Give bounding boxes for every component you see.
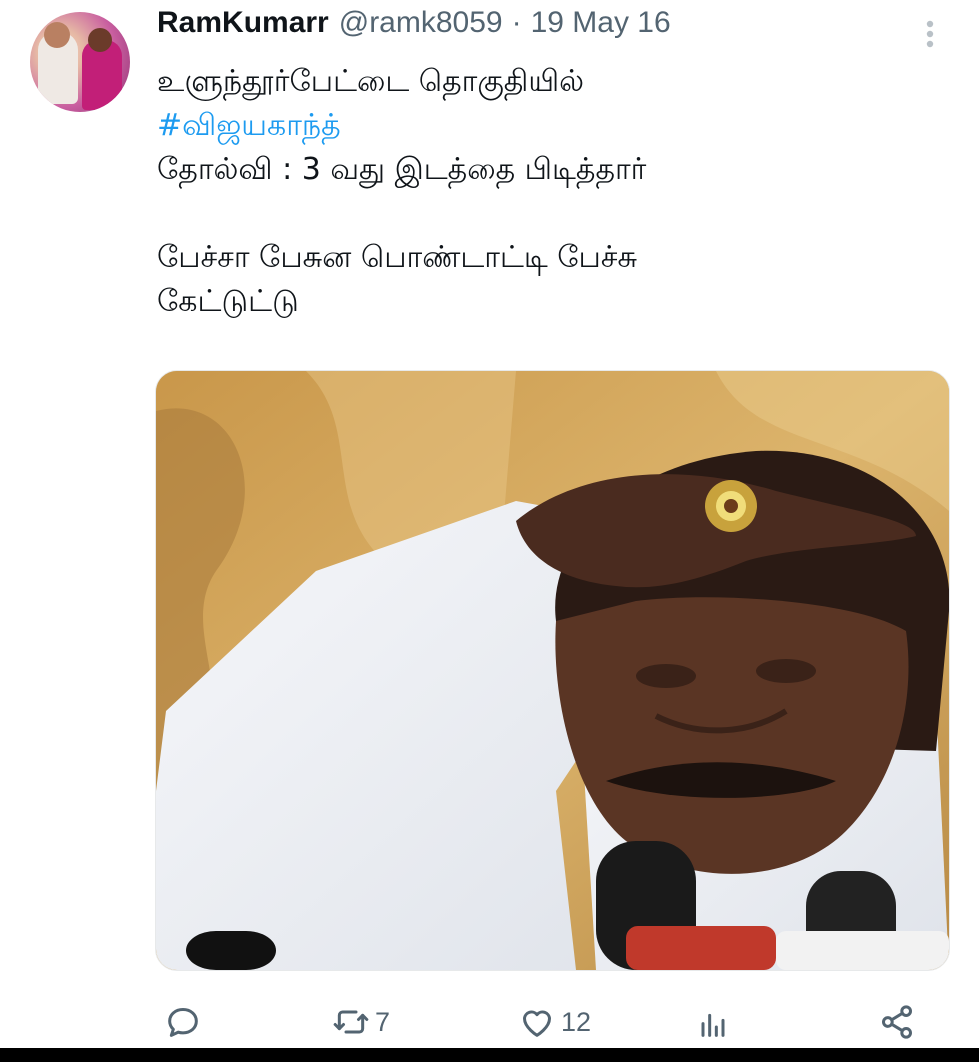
tweet-date[interactable]: 19 May 16 <box>531 6 671 40</box>
retweet-icon <box>331 1002 371 1042</box>
retweet-button[interactable]: 7 <box>331 998 390 1046</box>
avatar[interactable] <box>30 12 130 112</box>
tweet-actions: 7 12 <box>155 998 935 1046</box>
reply-button[interactable] <box>163 998 203 1046</box>
heart-icon <box>517 1002 557 1042</box>
tweet: RamKumarr @ramk8059 · 19 May 16 உளுந்தூர… <box>0 0 979 1062</box>
avatar-head-right <box>88 28 112 52</box>
share-icon <box>877 1002 917 1042</box>
tweet-text-line: பேச்சா பேசுன பொண்டாட்டி பேச்சு <box>157 240 638 275</box>
tweet-text-line: தோல்வி : 3 வது இடத்தை பிடித்தார் <box>157 152 647 187</box>
more-vertical-icon[interactable] <box>918 16 942 52</box>
reply-icon <box>163 1002 203 1042</box>
tweet-text: உளுந்தூர்பேட்டை தொகுதியில் #விஜயகாந்த் த… <box>157 60 947 324</box>
tweet-text-line: கேட்டுட்டு <box>157 284 299 319</box>
share-button[interactable] <box>877 998 917 1046</box>
display-name[interactable]: RamKumarr <box>157 6 329 40</box>
views-button[interactable] <box>693 998 733 1046</box>
like-button[interactable]: 12 <box>517 998 591 1046</box>
bottom-edge-bar <box>0 1048 979 1062</box>
avatar-head-left <box>44 22 70 48</box>
like-count: 12 <box>561 1006 592 1037</box>
views-icon <box>693 1002 733 1042</box>
user-handle[interactable]: @ramk8059 <box>339 6 503 40</box>
tweet-header: RamKumarr @ramk8059 · 19 May 16 <box>157 6 671 54</box>
header-separator: · <box>511 6 522 39</box>
tweet-text-line: உளுந்தூர்பேட்டை தொகுதியில் <box>157 64 585 99</box>
hashtag-link[interactable]: #விஜயகாந்த் <box>157 104 947 148</box>
retweet-count: 7 <box>375 1006 391 1037</box>
tweet-photo[interactable] <box>155 370 950 971</box>
